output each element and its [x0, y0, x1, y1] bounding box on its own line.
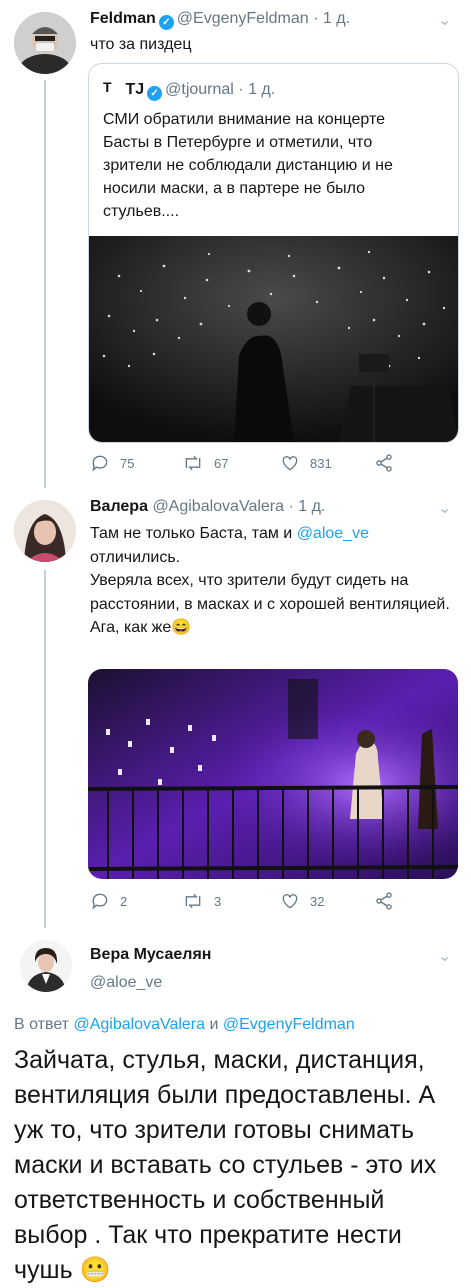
reply-context: В ответ @AgibalovaValera и @EvgenyFeldma…	[14, 1016, 355, 1034]
timestamp[interactable]: · 1 д.	[288, 498, 325, 515]
quoted-tweet[interactable]: T TJ ✓ @tjournal · 1 д. СМИ обратили внима…	[88, 63, 459, 443]
mention-link[interactable]: @EvgenyFeldman	[223, 1016, 355, 1033]
tj-logo: T	[103, 78, 121, 96]
avatar-feldman[interactable]	[14, 12, 76, 74]
grin-emoji: 😄	[171, 619, 192, 636]
quote-header: T TJ ✓ @tjournal · 1 д.	[103, 78, 275, 101]
avatar-vera[interactable]	[20, 940, 72, 992]
reply-button[interactable]: 75	[90, 453, 134, 473]
share-icon	[376, 454, 392, 472]
chevron-down-icon[interactable]: ⌄	[438, 10, 451, 30]
chevron-down-icon[interactable]: ⌄	[438, 498, 451, 518]
like-icon	[282, 456, 298, 471]
reply-button[interactable]: 2	[90, 891, 127, 911]
thread-line	[44, 570, 46, 928]
concert-photo-aloe-ve[interactable]	[88, 669, 458, 879]
tweet-text: Там не только Баста, там и @aloe_ve отли…	[90, 522, 460, 640]
quote-text: СМИ обратили внимание на концерте Басты …	[103, 111, 393, 220]
like-button[interactable]: 831	[280, 453, 332, 473]
retweet-count: 3	[214, 893, 222, 909]
text-line: отличились.	[90, 548, 181, 566]
avatar-valera[interactable]	[14, 500, 76, 562]
tweet2-actions: 2 3 32	[90, 890, 430, 912]
reply-icon	[92, 455, 108, 472]
mention-link[interactable]: @AgibalovaValera	[73, 1016, 205, 1033]
share-button[interactable]	[374, 453, 394, 473]
reply-prefix: В ответ	[14, 1016, 74, 1033]
verified-icon: ✓	[158, 15, 174, 30]
concert-photo-basta[interactable]	[89, 236, 458, 442]
author-handle[interactable]: @aloe_ve	[90, 974, 162, 992]
tweet-text: Зайчата, стулья, маски, дистанция, венти…	[14, 1046, 437, 1284]
retweet-icon	[185, 455, 201, 471]
retweet-count: 67	[214, 455, 229, 471]
share-button[interactable]	[374, 891, 394, 911]
author-name[interactable]: Feldman	[90, 10, 156, 27]
tweet-text: что за пиздец	[90, 36, 192, 53]
retweet-button[interactable]: 3	[182, 891, 221, 911]
like-count: 32	[310, 893, 325, 909]
author-name[interactable]: Валера	[90, 498, 148, 515]
quote-author-name: TJ	[125, 81, 145, 98]
tweet3-author-name[interactable]: Вера Мусаелян	[90, 946, 211, 964]
retweet-button[interactable]: 67	[182, 453, 228, 473]
reply-count: 75	[120, 455, 135, 471]
timestamp[interactable]: · 1 д.	[313, 10, 350, 27]
like-button[interactable]: 32	[280, 891, 324, 911]
share-icon	[376, 892, 392, 910]
reply-count: 2	[120, 893, 128, 909]
reply-icon	[92, 893, 108, 910]
tweet1-header: Feldman ✓ @EvgenyFeldman · 1 д.	[90, 10, 350, 30]
tweet2-header: Валера @AgibalovaValera · 1 д.	[90, 498, 325, 516]
main-tweet-text: Зайчата, стулья, маски, дистанция, венти…	[14, 1043, 464, 1288]
text-line: Ага, как же	[90, 619, 172, 636]
chevron-down-icon[interactable]: ⌄	[438, 946, 451, 966]
mention-link[interactable]: @aloe_ve	[297, 525, 369, 542]
author-handle[interactable]: @EvgenyFeldman	[177, 10, 309, 27]
author-name: Вера Мусаелян	[90, 946, 212, 963]
tweet1-actions: 75 67 831	[90, 452, 430, 474]
quote-author-handle: @tjournal	[165, 81, 234, 98]
author-handle[interactable]: @AgibalovaValera	[152, 498, 284, 515]
retweet-icon	[185, 893, 201, 909]
text-line: Там не только Баста, там и	[90, 525, 297, 542]
text-paragraph: Уверяла всех, что зрители будут сидеть н…	[90, 572, 450, 613]
reply-and: и	[205, 1016, 223, 1033]
quote-timestamp: · 1 д.	[238, 81, 276, 98]
like-count: 831	[310, 455, 332, 471]
verified-icon: ✓	[147, 86, 163, 101]
like-icon	[282, 894, 298, 909]
thread-line	[44, 80, 46, 488]
